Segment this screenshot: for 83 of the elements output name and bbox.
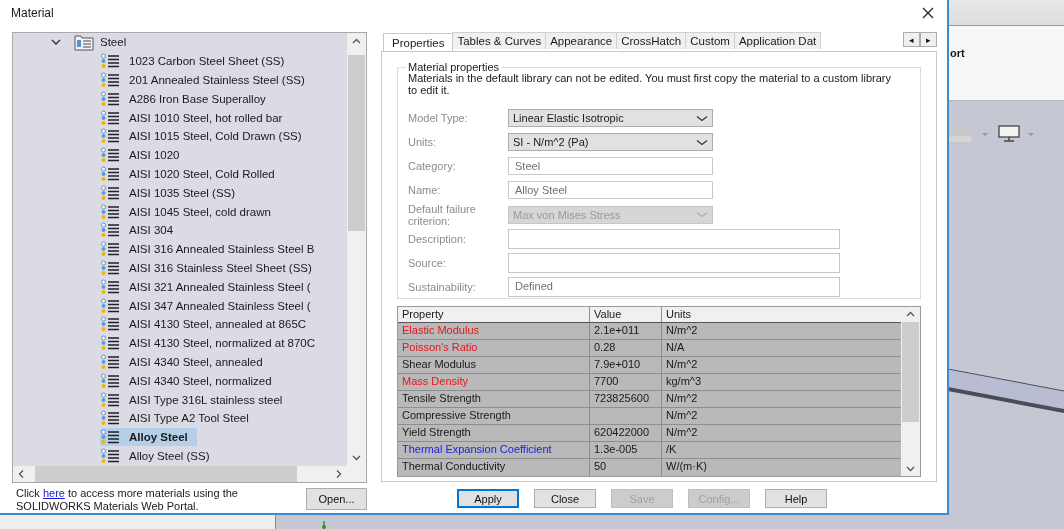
table-cell: 723825600 (590, 391, 662, 407)
table-cell-text: W/(m·K) (665, 459, 708, 474)
table-cell: 2.1e+011 (590, 323, 662, 339)
tab[interactable]: CrossHatch (616, 32, 687, 49)
column-header[interactable]: Property (398, 307, 590, 322)
dropdown[interactable]: SI - N/m^2 (Pa) (508, 133, 713, 151)
tree-item[interactable]: AISI 316 Annealed Stainless Steel B (129, 240, 317, 259)
tree-item[interactable]: AISI 347 Annealed Stainless Steel ( (129, 296, 313, 315)
tree-item[interactable]: Alloy Steel (100, 428, 197, 447)
tree-item[interactable]: Steel (100, 33, 129, 52)
column-header[interactable]: Units (662, 307, 901, 322)
table-cell: 0.28 (590, 340, 662, 356)
tree-item[interactable]: AISI 1015 Steel, Cold Drawn (SS) (129, 127, 304, 146)
table-cell: 7700 (590, 374, 662, 390)
tree-item[interactable]: A286 Iron Base Superalloy (129, 89, 268, 108)
portal-link[interactable]: here (42, 487, 65, 499)
table-cell-text: kg/m^3 (665, 374, 703, 389)
text-field[interactable]: Steel (508, 157, 713, 175)
tab[interactable]: Appearance (545, 32, 618, 49)
tab[interactable]: Custom (685, 32, 735, 49)
field-label: Name: (408, 184, 442, 196)
tree-item[interactable]: Alloy Steel (SS) (129, 446, 212, 465)
table-cell: 50 (590, 459, 662, 476)
field-label: Category: (408, 160, 457, 172)
table-cell-text: N/m^2 (665, 391, 699, 406)
table-cell: 620422000 (590, 425, 662, 441)
table-cell: Mass Density (398, 374, 590, 390)
field-label: Default failure criterion: (408, 202, 477, 227)
tree-item[interactable]: AISI 321 Annealed Stainless Steel ( (129, 277, 313, 296)
tree-item[interactable]: AISI 4130 Steel, normalized at 870C (129, 334, 318, 353)
field-label: Description: (408, 233, 468, 245)
table-cell-text: N/m^2 (665, 425, 699, 440)
tree-item[interactable]: AISI 1045 Steel, cold drawn (129, 202, 273, 221)
tree-item[interactable]: AISI 304 (129, 221, 176, 240)
tree-item[interactable]: AISI 1010 Steel, hot rolled bar (129, 108, 285, 127)
tab[interactable]: Tables & Curves (452, 32, 547, 49)
table-cell: Tensile Strength (398, 391, 590, 407)
column-header[interactable]: Value (590, 307, 662, 322)
tree-item[interactable]: AISI 1035 Steel (SS) (129, 183, 238, 202)
tree-item[interactable]: AISI 4130 Steel, annealed at 865C (129, 315, 309, 334)
field-label: Units: (408, 136, 438, 148)
field-label: Source: (408, 257, 447, 269)
tree-item[interactable]: AISI 4340 Steel, normalized (129, 371, 274, 390)
table-cell: Elastic Modulus (398, 323, 590, 339)
table-cell: Thermal Conductivity (398, 459, 590, 476)
table-cell-text: /K (665, 442, 678, 457)
table-cell-text: N/m^2 (665, 408, 699, 423)
tree-item[interactable]: AISI 4340 Steel, annealed (129, 352, 265, 371)
field-label: Model Type: (408, 112, 469, 124)
tab[interactable]: Properties (383, 33, 454, 51)
tab[interactable]: Application Dat (733, 32, 822, 49)
text-field[interactable]: Alloy Steel (508, 181, 713, 199)
portal-note: Click here to access more materials using the SOLIDWORKS Materials Web Portal. (16, 487, 239, 513)
table-cell: Yield Strength (398, 425, 590, 441)
table-cell: Shear Modulus (398, 357, 590, 373)
table-cell-text: N/m^2 (665, 323, 699, 338)
dropdown[interactable]: Linear Elastic Isotropic (508, 109, 713, 127)
table-cell: 1.3e-005 (590, 442, 662, 458)
tab-scroll-button[interactable]: ◂ (903, 32, 920, 47)
tree-item[interactable]: AISI 316 Stainless Steel Sheet (SS) (129, 258, 314, 277)
tree-item[interactable]: AISI 1020 Steel, Cold Rolled (129, 164, 277, 183)
table-cell: Compressive Strength (398, 408, 590, 424)
table-cell-text: N/m^2 (665, 357, 699, 372)
dialog-button[interactable]: Close (534, 489, 596, 508)
table-cell: Poisson's Ratio (398, 340, 590, 356)
window-title: Material (11, 6, 54, 20)
table-cell: Thermal Expansion Coefficient (398, 442, 590, 458)
tree-item[interactable]: 201 Annealed Stainless Steel (SS) (129, 71, 307, 89)
dialog-button[interactable]: Help (765, 489, 827, 508)
notice-text: Materials in the default library can not be edited. You must first copy the material to a custom library to edit it. (408, 72, 893, 96)
text-field[interactable]: Defined (508, 277, 840, 297)
tree-item[interactable]: AISI Type A2 Tool Steel (129, 409, 251, 428)
dialog-button[interactable]: Apply (457, 489, 519, 508)
table-cell: 7.9e+010 (590, 357, 662, 373)
tree-item[interactable]: AISI Type 316L stainless steel (129, 390, 285, 409)
tree-item[interactable]: 1023 Carbon Steel Sheet (SS) (129, 52, 287, 71)
tree-item[interactable]: AISI 1020 (129, 146, 182, 165)
open-button[interactable]: Open... (306, 488, 367, 510)
ribbon-label: ort (950, 47, 965, 59)
tab-scroll-button[interactable]: ▸ (920, 32, 937, 47)
table-cell-text: N/A (665, 340, 686, 355)
field-label: Sustainability: (408, 281, 477, 293)
group-title: Material properties (407, 61, 500, 73)
